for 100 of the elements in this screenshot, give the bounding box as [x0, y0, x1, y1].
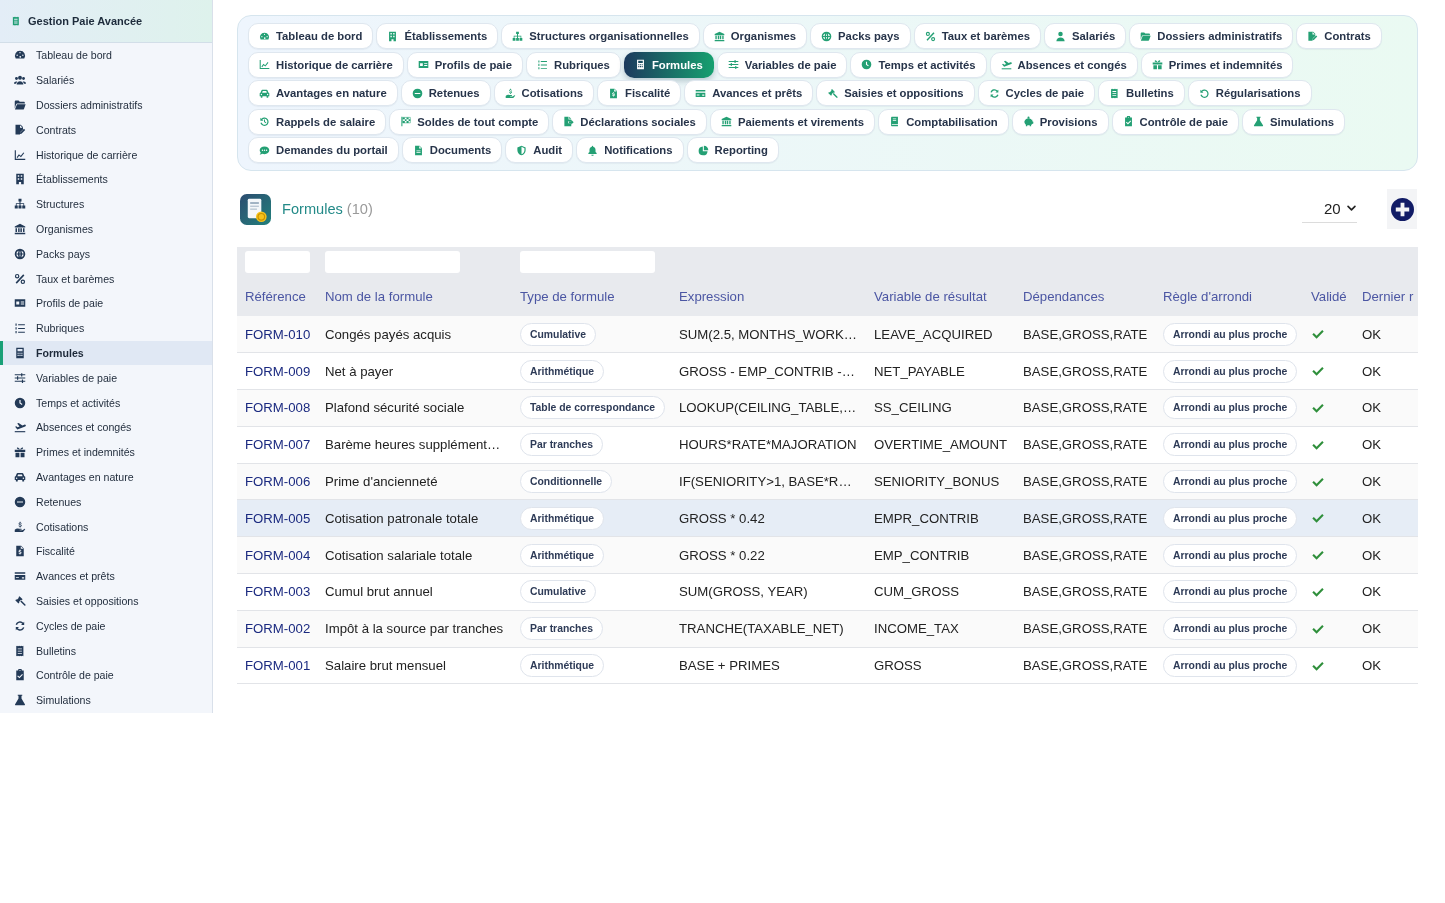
- tab[interactable]: Simulations: [1242, 108, 1346, 135]
- type-badge: Arithmétique: [520, 543, 605, 567]
- table-row[interactable]: FORM-010 Congés payés acquis Cumulative SUM(2.5, MONTHS_WORK… LEAVE_ACQUIRED BASE,GROSS,RATE Arrondi au plus proche OK: [237, 316, 1418, 353]
- tab[interactable]: Soldes de tout compte: [389, 108, 550, 135]
- column-header[interactable]: Règle d'arrondi: [1163, 289, 1253, 304]
- sidebar-item[interactable]: Historique de carrière: [0, 142, 212, 167]
- tab[interactable]: Audit: [505, 137, 574, 163]
- tab[interactable]: Reporting: [686, 137, 779, 163]
- table-row[interactable]: FORM-006 Prime d'ancienneté Conditionnelle IF(SENIORITY>1, BASE*R… SENIORITY_BONUS BASE,GROSS,RATE Arrondi au plus proche OK: [237, 463, 1418, 500]
- tab[interactable]: Documents: [401, 137, 503, 163]
- tab[interactable]: Demandes du portail: [248, 137, 399, 163]
- tab[interactable]: Paiements et virements: [709, 108, 876, 135]
- tab[interactable]: Contrôle de paie: [1111, 108, 1240, 135]
- tab[interactable]: Rappels de salaire: [248, 108, 387, 135]
- reference-link[interactable]: FORM-002: [245, 621, 311, 637]
- line-chart-icon: [14, 148, 26, 161]
- reference-link[interactable]: FORM-007: [245, 437, 311, 453]
- sidebar-item[interactable]: Primes et indemnités: [0, 439, 212, 465]
- tab[interactable]: Cycles de paie: [977, 80, 1096, 106]
- sidebar-item[interactable]: Formules: [0, 340, 212, 366]
- tab[interactable]: Retenues: [400, 80, 491, 106]
- sidebar-item[interactable]: Établissements: [0, 167, 212, 192]
- tab[interactable]: Formules: [623, 51, 714, 78]
- sidebar-item[interactable]: Avantages en nature: [0, 464, 212, 490]
- column-header[interactable]: Dernier r: [1362, 289, 1414, 304]
- tab[interactable]: Primes et indemnités: [1140, 51, 1294, 78]
- sidebar-item[interactable]: Saisies et oppositions: [0, 588, 212, 614]
- sidebar-item[interactable]: Dossiers administratifs: [0, 92, 212, 118]
- tab[interactable]: Profils de paie: [406, 51, 523, 78]
- column-header[interactable]: Référence: [245, 289, 306, 304]
- sidebar-item[interactable]: Tableau de bord: [0, 43, 212, 68]
- person-icon: [1054, 30, 1066, 42]
- tab[interactable]: Régularisations: [1187, 80, 1312, 106]
- sidebar-item[interactable]: Variables de paie: [0, 365, 212, 391]
- sidebar-item[interactable]: Retenues: [0, 489, 212, 515]
- sidebar-item[interactable]: Temps et activités: [0, 390, 212, 415]
- tab[interactable]: Cotisations: [493, 80, 595, 106]
- table-row[interactable]: FORM-009 Net à payer Arithmétique GROSS - EMP_CONTRIB -… NET_PAYABLE BASE,GROSS,RATE Arrondi au plus proche OK: [237, 352, 1418, 390]
- sidebar-item[interactable]: Cotisations: [0, 514, 212, 539]
- tab[interactable]: Bulletins: [1098, 80, 1185, 106]
- sidebar-item[interactable]: Salariés: [0, 67, 212, 93]
- tab[interactable]: Saisies et oppositions: [816, 80, 975, 106]
- tab[interactable]: Provisions: [1011, 108, 1109, 135]
- column-header[interactable]: Variable de résultat: [874, 289, 987, 304]
- tab[interactable]: Comptabilisation: [878, 108, 1009, 135]
- tab[interactable]: Structures organisationnelles: [501, 23, 700, 49]
- table-row[interactable]: FORM-001 Salaire brut mensuel Arithmétique BASE + PRIMES GROSS BASE,GROSS,RATE Arrondi au plus proche OK: [237, 647, 1418, 684]
- tab[interactable]: Avantages en nature: [248, 80, 398, 106]
- tab[interactable]: Taux et barèmes: [913, 23, 1041, 49]
- reference-link[interactable]: FORM-001: [245, 658, 311, 674]
- tab[interactable]: Organismes: [702, 23, 808, 49]
- sidebar-item[interactable]: Absences et congés: [0, 414, 212, 440]
- sidebar-item[interactable]: Cycles de paie: [0, 613, 212, 639]
- table-row[interactable]: FORM-005 Cotisation patronale totale Arithmétique GROSS * 0.42 EMPR_CONTRIB BASE,GROSS,RATE Arrondi au plus proche OK: [237, 500, 1418, 537]
- tab[interactable]: Contrats: [1296, 23, 1382, 49]
- tab[interactable]: Notifications: [576, 137, 684, 163]
- tab[interactable]: Établissements: [376, 23, 499, 49]
- tab[interactable]: Dossiers administratifs: [1129, 23, 1294, 49]
- reference-link[interactable]: FORM-005: [245, 510, 311, 526]
- sidebar-item[interactable]: Profils de paie: [0, 290, 212, 316]
- tab[interactable]: Avances et prêts: [684, 80, 814, 106]
- tab[interactable]: Temps et activités: [850, 51, 987, 78]
- page-size-select[interactable]: 20: [1302, 195, 1357, 223]
- sidebar-item[interactable]: Structures: [0, 191, 212, 217]
- sidebar-item[interactable]: Simulations: [0, 687, 212, 713]
- tab[interactable]: Rubriques: [526, 51, 621, 78]
- table-row[interactable]: FORM-002 Impôt à la source par tranches Par tranches TRANCHE(TAXABLE_NET) INCOME_TAX BASE,GROSS,RATE Arrondi au plus proche OK: [237, 610, 1418, 648]
- tab[interactable]: Fiscalité: [597, 80, 682, 106]
- sidebar-item[interactable]: Rubriques: [0, 315, 212, 341]
- add-button[interactable]: [1387, 189, 1417, 229]
- reference-link[interactable]: FORM-006: [245, 474, 311, 490]
- tab[interactable]: Déclarations sociales: [552, 108, 707, 135]
- table-row[interactable]: FORM-003 Cumul brut annuel Cumulative SUM(GROSS, YEAR) CUM_GROSS BASE,GROSS,RATE Arrondi au plus proche OK: [237, 573, 1418, 611]
- column-header[interactable]: Expression: [679, 289, 745, 304]
- sidebar-item[interactable]: Fiscalité: [0, 538, 212, 564]
- reference-link[interactable]: FORM-010: [245, 326, 311, 342]
- table-row[interactable]: FORM-008 Plafond sécurité sociale Table de correspondance LOOKUP(CEILING_TABLE,… SS_CEILING BASE,GROSS,RATE Arrondi au plus proche OK: [237, 389, 1418, 427]
- sidebar-item[interactable]: Organismes: [0, 216, 212, 242]
- tab[interactable]: Absences et congés: [989, 51, 1138, 78]
- reference-link[interactable]: FORM-009: [245, 363, 311, 379]
- tab[interactable]: Packs pays: [810, 23, 911, 49]
- table-row[interactable]: FORM-007 Barème heures supplément… Par tranches HOURS*RATE*MAJORATION OVERTIME_AMOUNT BASE,GROSS,RATE Arrondi au plus proche OK: [237, 426, 1418, 464]
- reference-link[interactable]: FORM-003: [245, 584, 311, 600]
- tab[interactable]: Variables de paie: [716, 51, 848, 78]
- reference-link[interactable]: FORM-004: [245, 547, 311, 563]
- tab[interactable]: Historique de carrière: [248, 51, 404, 78]
- column-header[interactable]: Validé: [1311, 289, 1347, 304]
- tab[interactable]: Tableau de bord: [248, 23, 374, 49]
- sidebar-item[interactable]: Taux et barèmes: [0, 266, 212, 291]
- sidebar-item[interactable]: Packs pays: [0, 241, 212, 267]
- table-row[interactable]: FORM-004 Cotisation salariale totale Arithmétique GROSS * 0.22 EMP_CONTRIB BASE,GROSS,RATE Arrondi au plus proche OK: [237, 536, 1418, 574]
- column-header[interactable]: Nom de la formule: [325, 289, 433, 304]
- sidebar-item[interactable]: Contrats: [0, 117, 212, 143]
- column-header[interactable]: Type de formule: [520, 289, 615, 304]
- sidebar-item[interactable]: Contrôle de paie: [0, 662, 212, 688]
- sidebar-item[interactable]: Bulletins: [0, 638, 212, 663]
- tab[interactable]: Salariés: [1043, 23, 1127, 49]
- sidebar-item[interactable]: Avances et prêts: [0, 563, 212, 589]
- column-header[interactable]: Dépendances: [1023, 289, 1105, 304]
- reference-link[interactable]: FORM-008: [245, 400, 311, 416]
